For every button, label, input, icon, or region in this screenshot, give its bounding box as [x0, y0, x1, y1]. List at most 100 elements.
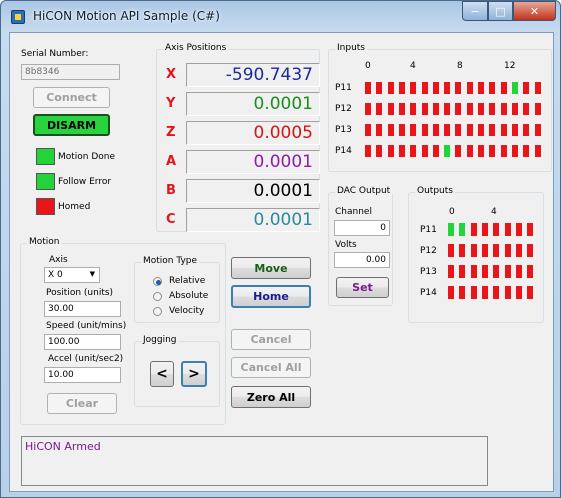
output-cell[interactable]: [459, 265, 466, 278]
input-cell: [523, 82, 530, 94]
title-bar[interactable]: HiCON Motion API Sample (C#) − □ ✕: [1, 1, 560, 33]
input-cell: [432, 145, 439, 157]
motion-type-label: Velocity: [169, 306, 205, 316]
output-cell[interactable]: [527, 223, 534, 236]
close-button[interactable]: ✕: [513, 1, 556, 21]
input-cell: [432, 103, 439, 115]
output-cell[interactable]: [459, 286, 466, 299]
output-cell[interactable]: [515, 244, 522, 257]
output-cell[interactable]: [527, 265, 534, 278]
motion-type-radio[interactable]: [153, 307, 162, 316]
motion-type-radio[interactable]: [153, 277, 162, 286]
input-cell: [376, 82, 383, 94]
jog-left-button[interactable]: <: [150, 361, 174, 387]
cancel-all-button[interactable]: Cancel All: [231, 357, 311, 378]
output-cell[interactable]: [448, 286, 454, 299]
input-cell: [489, 82, 496, 94]
input-cell: [455, 145, 462, 157]
input-tick: 4: [410, 61, 416, 71]
output-cell[interactable]: [448, 244, 454, 257]
cancel-button[interactable]: Cancel: [231, 329, 311, 350]
output-cell[interactable]: [481, 265, 488, 278]
output-cell[interactable]: [515, 265, 522, 278]
volts-field[interactable]: 0.00: [334, 252, 390, 268]
output-cell[interactable]: [515, 286, 522, 299]
input-cell: [410, 82, 417, 94]
output-cell[interactable]: [470, 223, 477, 236]
output-cell[interactable]: [481, 244, 488, 257]
output-cell[interactable]: [493, 244, 500, 257]
home-button[interactable]: Home: [231, 285, 311, 308]
axis-select[interactable]: X 0 ▼: [44, 267, 100, 283]
input-tick: 8: [457, 61, 463, 71]
move-button[interactable]: Move: [231, 257, 311, 279]
input-cell: [387, 145, 394, 157]
input-cell: [376, 145, 383, 157]
channel-field[interactable]: 0: [334, 220, 390, 236]
input-cell: [444, 103, 451, 115]
input-cell: [500, 124, 507, 136]
axis-value-z: 0.0005: [186, 121, 320, 145]
output-cell[interactable]: [493, 286, 500, 299]
axis-label: Axis: [49, 255, 68, 265]
output-cell[interactable]: [504, 265, 511, 278]
inputs-title: Inputs: [335, 43, 367, 53]
speed-field[interactable]: 100.00: [44, 334, 121, 350]
output-cell[interactable]: [470, 244, 477, 257]
output-cell[interactable]: [504, 244, 511, 257]
output-cell[interactable]: [448, 265, 454, 278]
axis-value-b: 0.0001: [186, 179, 320, 203]
input-cell: [455, 103, 462, 115]
output-tick: 4: [491, 207, 497, 217]
output-cell[interactable]: [527, 286, 534, 299]
output-cell[interactable]: [470, 265, 477, 278]
set-button[interactable]: Set: [336, 277, 389, 298]
axis-select-value: X 0: [48, 270, 63, 280]
input-cell: [410, 124, 417, 136]
minimize-button[interactable]: −: [462, 1, 488, 21]
axis-value-x: -590.7437: [186, 63, 320, 87]
status-text: HiCON Armed: [25, 440, 101, 453]
output-cell[interactable]: [459, 223, 466, 236]
input-cell: [500, 145, 507, 157]
output-cell[interactable]: [504, 286, 511, 299]
input-cell: [534, 145, 541, 157]
status-log[interactable]: HiCON Armed: [21, 436, 488, 486]
output-cell[interactable]: [504, 223, 511, 236]
serial-number-field[interactable]: 8b8346: [21, 64, 120, 80]
accel-label: Accel (unit/sec2): [48, 354, 124, 364]
axis-letter: Z: [166, 125, 176, 140]
input-cell: [534, 82, 541, 94]
indicator-label: Homed: [58, 202, 91, 212]
output-cell[interactable]: [515, 223, 522, 236]
zero-all-button[interactable]: Zero All: [231, 386, 311, 408]
output-cell[interactable]: [448, 223, 454, 236]
output-cell[interactable]: [527, 244, 534, 257]
accel-field[interactable]: 10.00: [44, 367, 121, 383]
output-cell[interactable]: [481, 286, 488, 299]
input-cell: [478, 145, 484, 157]
position-field[interactable]: 30.00: [44, 301, 121, 317]
input-cell: [511, 145, 518, 157]
window-title: HiCON Motion API Sample (C#): [33, 9, 220, 23]
output-cell[interactable]: [470, 286, 477, 299]
motion-type-radio[interactable]: [153, 292, 162, 301]
output-cell[interactable]: [459, 244, 466, 257]
output-cell[interactable]: [481, 223, 488, 236]
input-cell: [455, 82, 462, 94]
serial-number-label: Serial Number:: [21, 49, 89, 59]
input-cell: [478, 103, 484, 115]
input-cell: [523, 103, 530, 115]
maximize-button[interactable]: □: [488, 1, 513, 21]
input-cell: [387, 103, 394, 115]
clear-button[interactable]: Clear: [47, 393, 117, 414]
output-cell[interactable]: [493, 265, 500, 278]
axis-letter: X: [166, 67, 177, 82]
disarm-button[interactable]: DISARM: [33, 114, 110, 136]
input-cell: [466, 124, 473, 136]
connect-button[interactable]: Connect: [33, 87, 110, 108]
input-cell: [421, 82, 428, 94]
motion-type-label: Relative: [169, 276, 206, 286]
output-cell[interactable]: [493, 223, 500, 236]
jog-right-button[interactable]: >: [181, 361, 207, 387]
